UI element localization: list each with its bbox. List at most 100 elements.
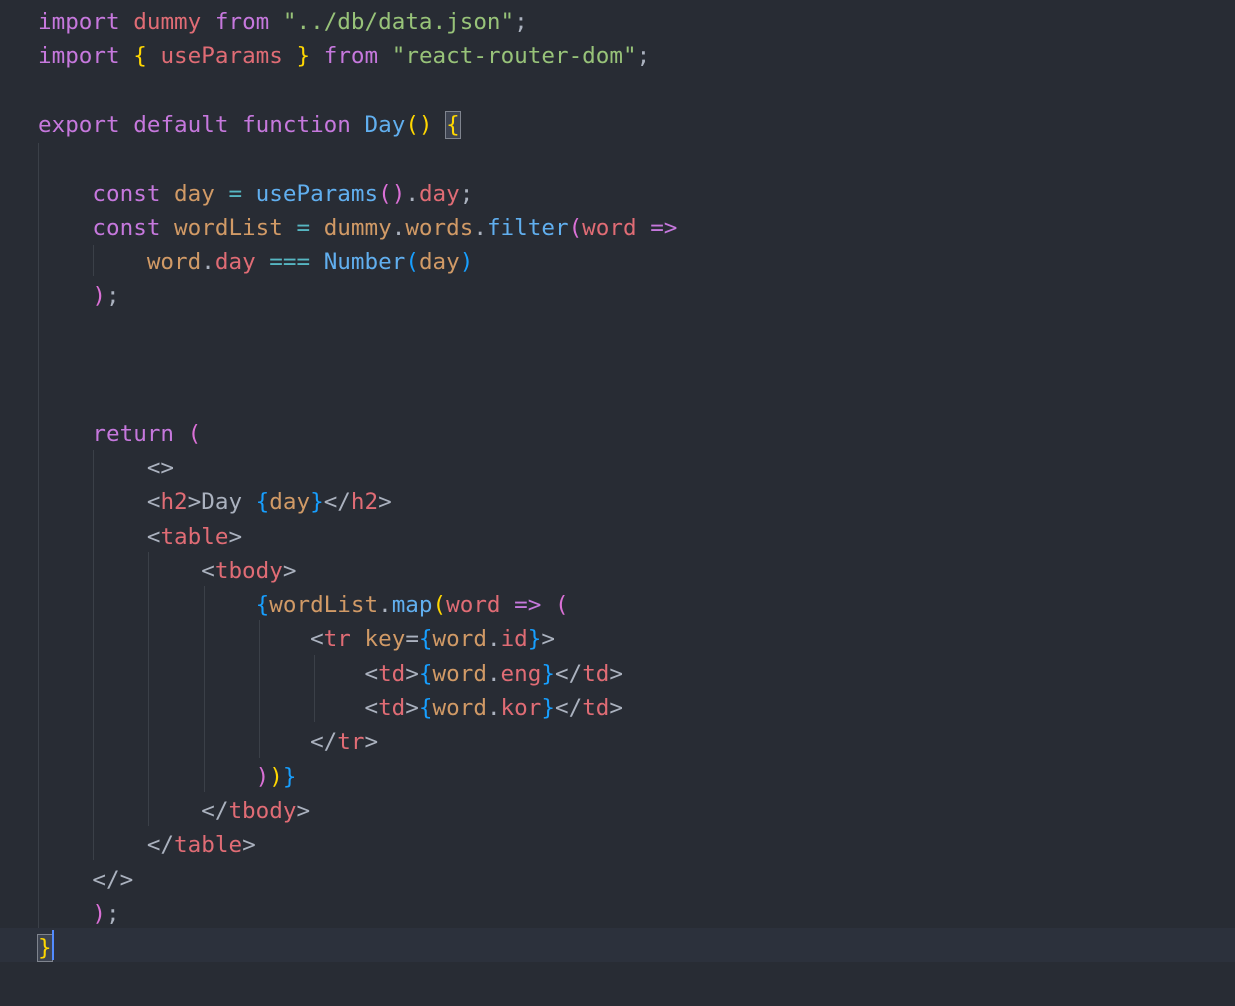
code-line[interactable]: </table> [38, 828, 256, 862]
code-token: key [364, 626, 406, 653]
code-token: > [296, 797, 311, 824]
code-token: filter [486, 214, 569, 241]
code-token: < [310, 626, 324, 653]
code-token: tbody [228, 797, 297, 824]
code-line[interactable]: <td>{word.eng}</td> [38, 657, 623, 691]
code-token: word [146, 249, 202, 276]
code-line[interactable]: <tbody> [38, 554, 296, 588]
code-token: import [38, 43, 120, 70]
code-token: td [378, 695, 406, 721]
code-token: dummy [323, 214, 392, 241]
code-line[interactable]: import dummy from "../db/data.json"; [38, 5, 528, 39]
code-token: ( [405, 249, 419, 276]
code-token: > [364, 729, 379, 756]
code-token: = [214, 180, 256, 207]
code-token: . [486, 660, 501, 687]
code-token: => [514, 592, 542, 619]
code-line[interactable]: <table> [38, 520, 242, 554]
code-token: > [405, 660, 419, 687]
code-line[interactable]: } [37, 931, 53, 965]
code-editor[interactable]: import dummy from "../db/data.json"; impo… [0, 0, 1235, 1006]
code-line[interactable]: ); [38, 279, 120, 313]
code-token: < [146, 489, 161, 516]
code-token: () [378, 180, 406, 207]
code-token: . [486, 626, 501, 653]
code-token: > [405, 695, 419, 721]
code-line[interactable]: ))} [38, 760, 297, 794]
code-token: ; [106, 283, 120, 310]
code-token: { [418, 660, 433, 687]
code-line[interactable]: ); [38, 897, 120, 931]
code-line[interactable]: {wordList.map(word => ( [38, 588, 569, 622]
text-cursor [52, 930, 54, 960]
code-line[interactable]: word.day === Number(day) [38, 245, 474, 279]
code-token: table [160, 523, 229, 550]
code-line[interactable]: const day = useParams().day; [38, 177, 473, 211]
code-line[interactable]: <td>{word.kor}</td> [38, 691, 623, 725]
code-token: } [296, 43, 311, 70]
code-token: Number [323, 249, 406, 276]
code-token: > [541, 626, 555, 653]
code-line[interactable]: <> [38, 451, 174, 485]
code-token: tbody [214, 557, 283, 584]
code-token: default [133, 111, 229, 138]
code-line[interactable]: <h2>Day {day}</h2> [38, 485, 392, 519]
code-token: ; [459, 180, 474, 207]
code-token: return [92, 420, 175, 447]
code-token: . [473, 214, 487, 241]
code-token: day [418, 249, 460, 276]
code-line[interactable]: <tr key={word.id}> [38, 622, 555, 656]
code-token: h2 [160, 489, 188, 516]
code-token: < [201, 557, 215, 584]
code-token: > [609, 695, 624, 721]
code-token: dummy [133, 9, 202, 35]
code-token: word [446, 592, 501, 619]
code-token: wordList [269, 592, 379, 619]
code-token: > [282, 557, 297, 584]
code-token: = [405, 626, 419, 653]
code-token: ( [568, 214, 583, 241]
code-token: } [541, 660, 555, 687]
code-line[interactable]: </> [38, 863, 133, 897]
code-token: ; [106, 900, 120, 927]
code-line[interactable]: </tr> [38, 725, 378, 759]
code-token: => [650, 214, 678, 241]
code-token: } [527, 626, 542, 653]
code-token: { [133, 43, 147, 70]
code-token: word [582, 214, 637, 241]
code-line[interactable]: </tbody> [38, 794, 310, 828]
code-token: < [364, 695, 379, 721]
code-token: tr [337, 729, 365, 756]
code-line[interactable]: return ( [38, 417, 201, 451]
code-token: h2 [350, 489, 379, 516]
code-line[interactable]: const wordList = dummy.words.filter(word… [38, 211, 677, 245]
code-line[interactable]: import { useParams } from "react-router-… [38, 39, 650, 73]
code-token: { [418, 695, 433, 721]
current-line-highlight [0, 928, 1235, 962]
code-token: ) [92, 900, 107, 927]
code-token: day [214, 249, 256, 276]
code-token: >Day [187, 489, 256, 516]
code-token: useParams [255, 180, 379, 207]
code-token: words [405, 214, 474, 241]
code-token: td [378, 660, 406, 687]
code-line[interactable]: export default function Day() { [38, 108, 461, 142]
